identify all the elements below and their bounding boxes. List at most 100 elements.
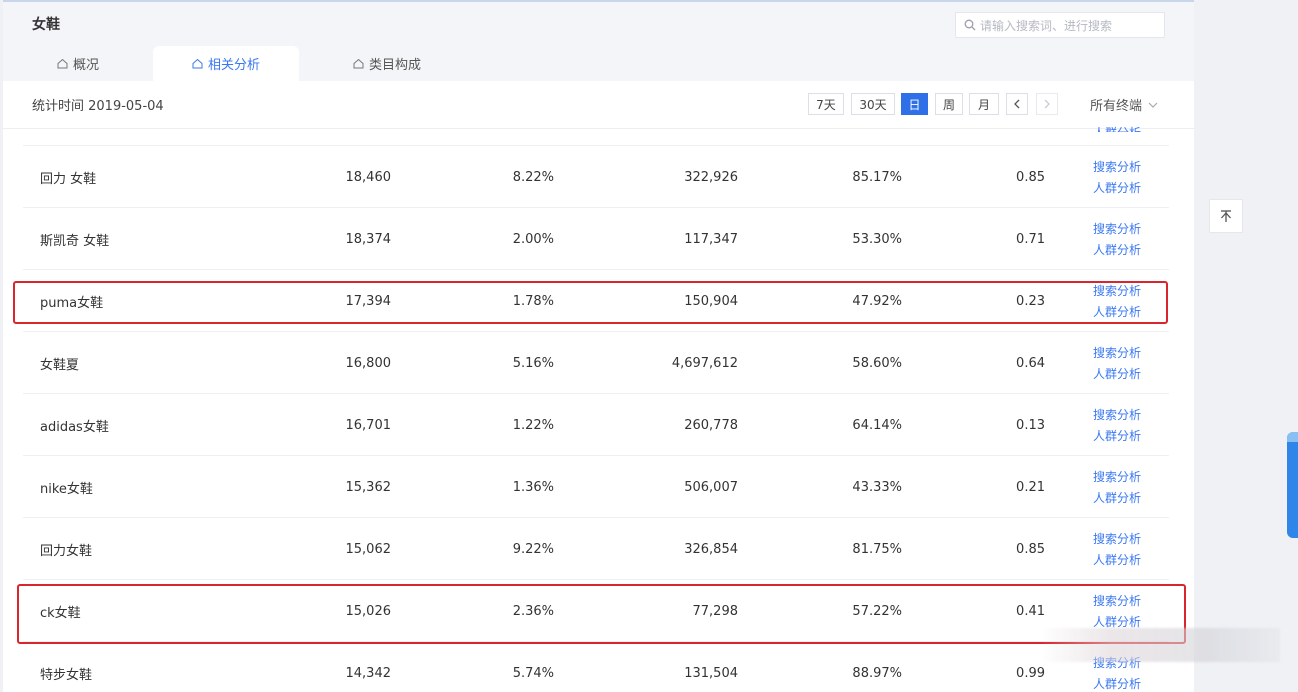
value-cell: 326,854 xyxy=(684,541,738,557)
prev-period-button[interactable] xyxy=(1006,93,1028,115)
value-cell: 81.75% xyxy=(852,541,902,557)
filter-toolbar: 统计时间 2019-05-04 7天 30天 日 周 月 所有终端 xyxy=(3,81,1194,129)
value-cell: 47.92% xyxy=(852,293,902,309)
chevron-right-icon xyxy=(1044,99,1050,109)
page-title: 女鞋 xyxy=(32,17,60,33)
table-row: 回力女鞋 15,062 9.22% 326,854 81.75% 0.85 搜索… xyxy=(23,517,1169,580)
value-cell: 0.21 xyxy=(1016,479,1045,495)
crowd-analysis-link[interactable]: 人群分析 xyxy=(1093,550,1141,571)
table-row: puma女鞋 17,394 1.78% 150,904 47.92% 0.23 … xyxy=(23,269,1169,332)
stat-date: 统计时间 2019-05-04 xyxy=(32,99,164,114)
value-cell: 0.85 xyxy=(1016,541,1045,557)
value-cell: 4,697,612 xyxy=(671,355,738,371)
value-cell: 1.36% xyxy=(512,479,554,495)
tab-overview[interactable]: 概况 xyxy=(57,46,99,81)
value-cell: 14,342 xyxy=(345,665,392,681)
value-cell: 15,026 xyxy=(345,603,392,619)
home-icon xyxy=(353,58,364,69)
keyword-cell: nike女鞋 xyxy=(40,481,93,497)
value-cell: 77,298 xyxy=(692,603,739,619)
value-cell: 85.17% xyxy=(852,169,902,185)
row-actions: 搜索分析 人群分析 xyxy=(1093,343,1141,385)
row-actions: 搜索分析 人群分析 xyxy=(1093,405,1141,447)
value-cell: 1.22% xyxy=(512,417,554,433)
panel-header: 女鞋 请输入搜索词、进行搜索 概况 相关分析 类目构成 xyxy=(3,2,1194,81)
keyword-cell: 女鞋夏 xyxy=(40,357,80,373)
search-input[interactable]: 请输入搜索词、进行搜索 xyxy=(955,12,1165,38)
value-cell: 18,460 xyxy=(345,169,392,185)
row-actions: 搜索分析 人群分析 xyxy=(1093,219,1141,261)
chevron-left-icon xyxy=(1014,99,1020,109)
value-cell: 260,778 xyxy=(684,417,738,433)
value-cell: 15,362 xyxy=(345,479,392,495)
value-cell: 16,800 xyxy=(345,355,392,371)
value-cell: 18,374 xyxy=(345,231,392,247)
tab-related-analysis-label: 相关分析 xyxy=(207,58,260,73)
period-day-button[interactable]: 日 xyxy=(901,93,928,115)
search-analysis-link[interactable]: 搜索分析 xyxy=(1093,529,1141,550)
crowd-analysis-link[interactable]: 人群分析 xyxy=(1093,674,1141,692)
value-cell: 58.60% xyxy=(852,355,902,371)
tab-category-composition-label: 类目构成 xyxy=(369,58,422,73)
period-month-button[interactable]: 月 xyxy=(969,93,999,115)
table-row: 斯凯奇 女鞋 18,374 2.00% 117,347 53.30% 0.71 … xyxy=(23,207,1169,270)
arrow-up-to-top-icon xyxy=(1221,210,1231,222)
table-row: adidas女鞋 16,701 1.22% 260,778 64.14% 0.1… xyxy=(23,393,1169,456)
partial-crowd-analysis-link[interactable]: 人群分析 xyxy=(1093,126,1141,132)
row-actions: 搜索分析 人群分析 xyxy=(1093,653,1141,692)
next-period-button[interactable] xyxy=(1036,93,1058,115)
search-analysis-link[interactable]: 搜索分析 xyxy=(1093,219,1141,240)
table-row: nike女鞋 15,362 1.36% 506,007 43.33% 0.21 … xyxy=(23,455,1169,518)
tab-related-analysis[interactable]: 相关分析 xyxy=(153,46,299,81)
value-cell: 2.00% xyxy=(512,231,554,247)
search-analysis-link[interactable]: 搜索分析 xyxy=(1093,281,1141,302)
search-analysis-link[interactable]: 搜索分析 xyxy=(1093,591,1141,612)
search-analysis-link[interactable]: 搜索分析 xyxy=(1093,467,1141,488)
terminal-select[interactable]: 所有终端 xyxy=(1090,95,1158,114)
value-cell: 2.36% xyxy=(512,603,554,619)
search-analysis-link[interactable]: 搜索分析 xyxy=(1093,405,1141,426)
period-week-button[interactable]: 周 xyxy=(935,93,963,115)
back-to-top-button[interactable] xyxy=(1209,199,1243,233)
search-icon xyxy=(964,19,976,31)
search-analysis-link[interactable]: 搜索分析 xyxy=(1093,653,1141,674)
value-cell: 0.71 xyxy=(1016,231,1045,247)
crowd-analysis-link[interactable]: 人群分析 xyxy=(1093,426,1141,447)
search-analysis-link[interactable]: 搜索分析 xyxy=(1093,157,1141,178)
value-cell: 53.30% xyxy=(852,231,902,247)
table-row: 女鞋夏 16,800 5.16% 4,697,612 58.60% 0.64 搜… xyxy=(23,331,1169,394)
keyword-cell: puma女鞋 xyxy=(40,295,104,311)
tab-category-composition[interactable]: 类目构成 xyxy=(353,46,421,81)
value-cell: 150,904 xyxy=(684,293,738,309)
chevron-down-icon xyxy=(1148,102,1158,108)
search-placeholder: 请输入搜索词、进行搜索 xyxy=(980,18,1113,33)
row-actions: 搜索分析 人群分析 xyxy=(1093,591,1141,633)
table-row: 回力 女鞋 18,460 8.22% 322,926 85.17% 0.85 搜… xyxy=(23,145,1169,208)
crowd-analysis-link[interactable]: 人群分析 xyxy=(1093,240,1141,261)
value-cell: 5.16% xyxy=(512,355,554,371)
value-cell: 15,062 xyxy=(345,541,392,557)
side-floating-widget[interactable] xyxy=(1287,432,1298,538)
crowd-analysis-link[interactable]: 人群分析 xyxy=(1093,302,1141,323)
period-30d-button[interactable]: 30天 xyxy=(851,93,895,115)
tab-bar: 概况 相关分析 类目构成 xyxy=(3,46,603,81)
crowd-analysis-link[interactable]: 人群分析 xyxy=(1093,612,1141,633)
value-cell: 8.22% xyxy=(512,169,554,185)
value-cell: 131,504 xyxy=(684,665,738,681)
row-actions: 搜索分析 人群分析 xyxy=(1093,157,1141,199)
home-icon xyxy=(192,58,203,69)
keyword-cell: adidas女鞋 xyxy=(40,419,109,435)
value-cell: 88.97% xyxy=(852,665,902,681)
search-analysis-link[interactable]: 搜索分析 xyxy=(1093,343,1141,364)
value-cell: 117,347 xyxy=(684,231,738,247)
value-cell: 64.14% xyxy=(852,417,902,433)
value-cell: 0.85 xyxy=(1016,169,1045,185)
value-cell: 0.23 xyxy=(1016,293,1045,309)
crowd-analysis-link[interactable]: 人群分析 xyxy=(1093,178,1141,199)
crowd-analysis-link[interactable]: 人群分析 xyxy=(1093,488,1141,509)
value-cell: 1.78% xyxy=(512,293,554,309)
crowd-analysis-link[interactable]: 人群分析 xyxy=(1093,364,1141,385)
value-cell: 9.22% xyxy=(512,541,554,557)
period-7d-button[interactable]: 7天 xyxy=(808,93,844,115)
keyword-cell: ck女鞋 xyxy=(40,605,81,621)
